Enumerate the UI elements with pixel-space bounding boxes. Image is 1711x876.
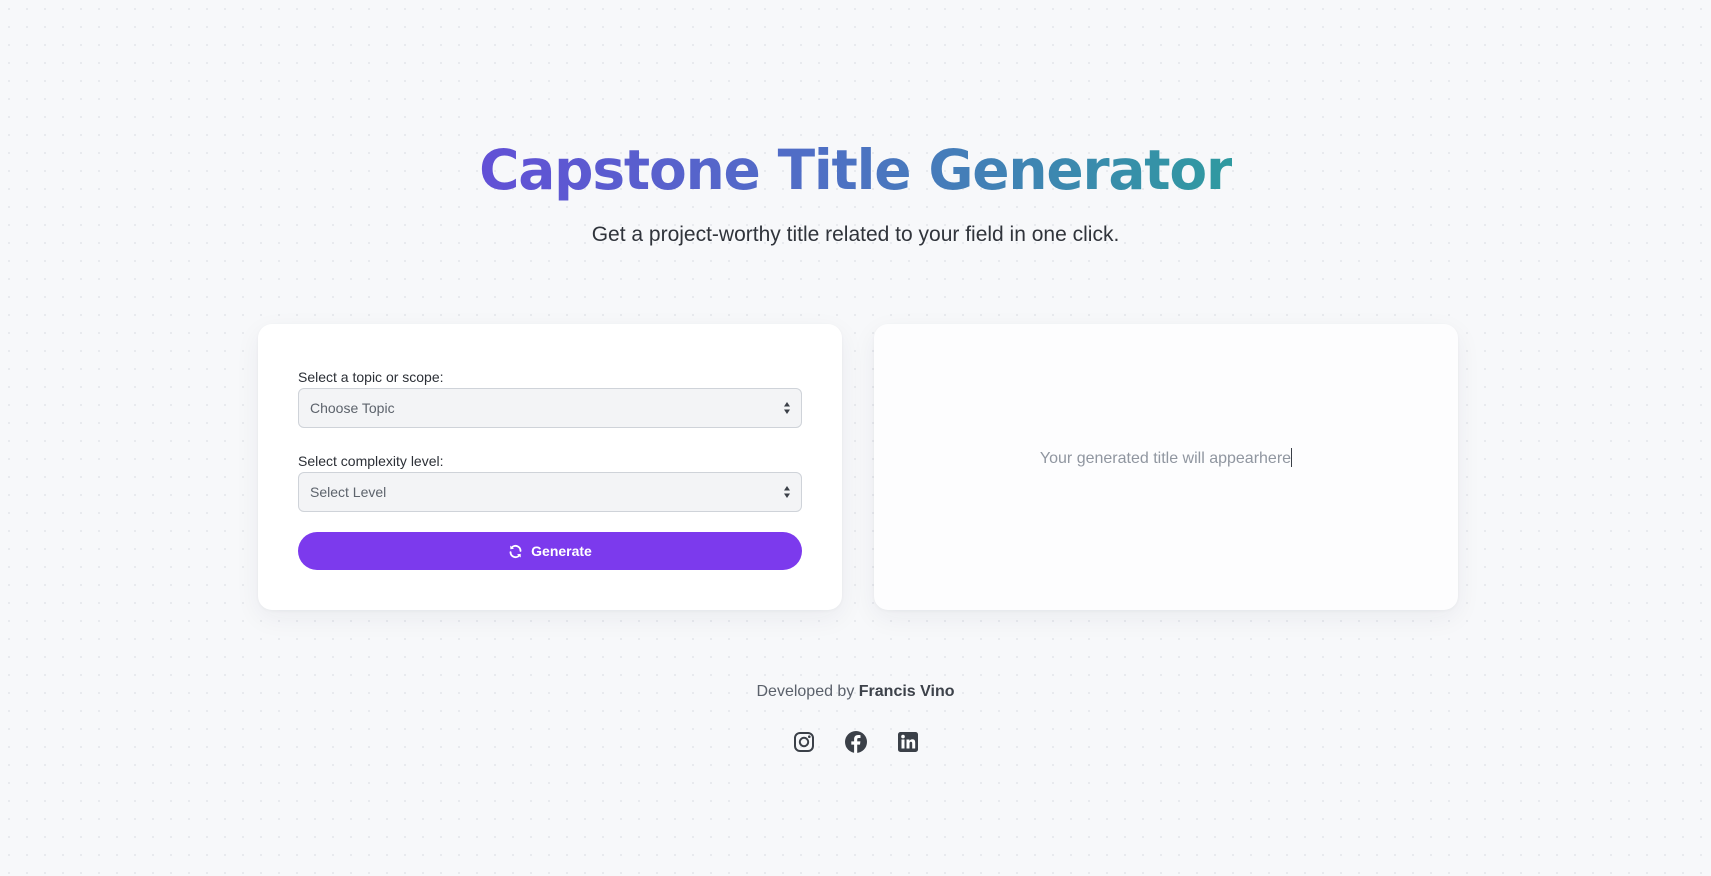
page-subtitle: Get a project-worthy title related to yo… <box>591 223 1120 246</box>
select-arrows-icon <box>784 486 790 498</box>
output-placeholder: Your generated title will appearhere <box>1039 450 1292 467</box>
facebook-icon[interactable] <box>844 730 868 754</box>
linkedin-icon[interactable] <box>896 730 920 754</box>
generate-button[interactable]: Generate <box>298 532 802 570</box>
select-arrows-icon <box>784 402 790 414</box>
topic-label: Select a topic or scope: <box>298 369 444 385</box>
output-card: Your generated title will appearhere <box>874 324 1458 610</box>
footer-author: Francis Vino <box>858 683 955 700</box>
topic-select-value: Choose Topic <box>310 400 395 416</box>
refresh-icon <box>509 544 522 558</box>
level-select[interactable]: Select Level <box>298 472 802 512</box>
generator-form-card: Select a topic or scope: Choose Topic Se… <box>258 324 842 610</box>
text-caret <box>1291 448 1293 467</box>
page-title: Capstone Title Generator <box>479 138 1233 202</box>
header: Capstone Title Generator Get a project-w… <box>0 138 1711 248</box>
topic-select[interactable]: Choose Topic <box>298 388 802 428</box>
social-links <box>0 730 1711 754</box>
level-label: Select complexity level: <box>298 453 444 469</box>
instagram-icon[interactable] <box>792 730 816 754</box>
footer-credit: Developed by Francis Vino <box>0 683 1711 701</box>
level-select-value: Select Level <box>310 484 387 500</box>
generate-button-label: Generate <box>531 543 592 559</box>
output-area[interactable]: Your generated title will appearhere <box>874 448 1458 468</box>
footer-prefix: Developed by <box>756 683 855 700</box>
